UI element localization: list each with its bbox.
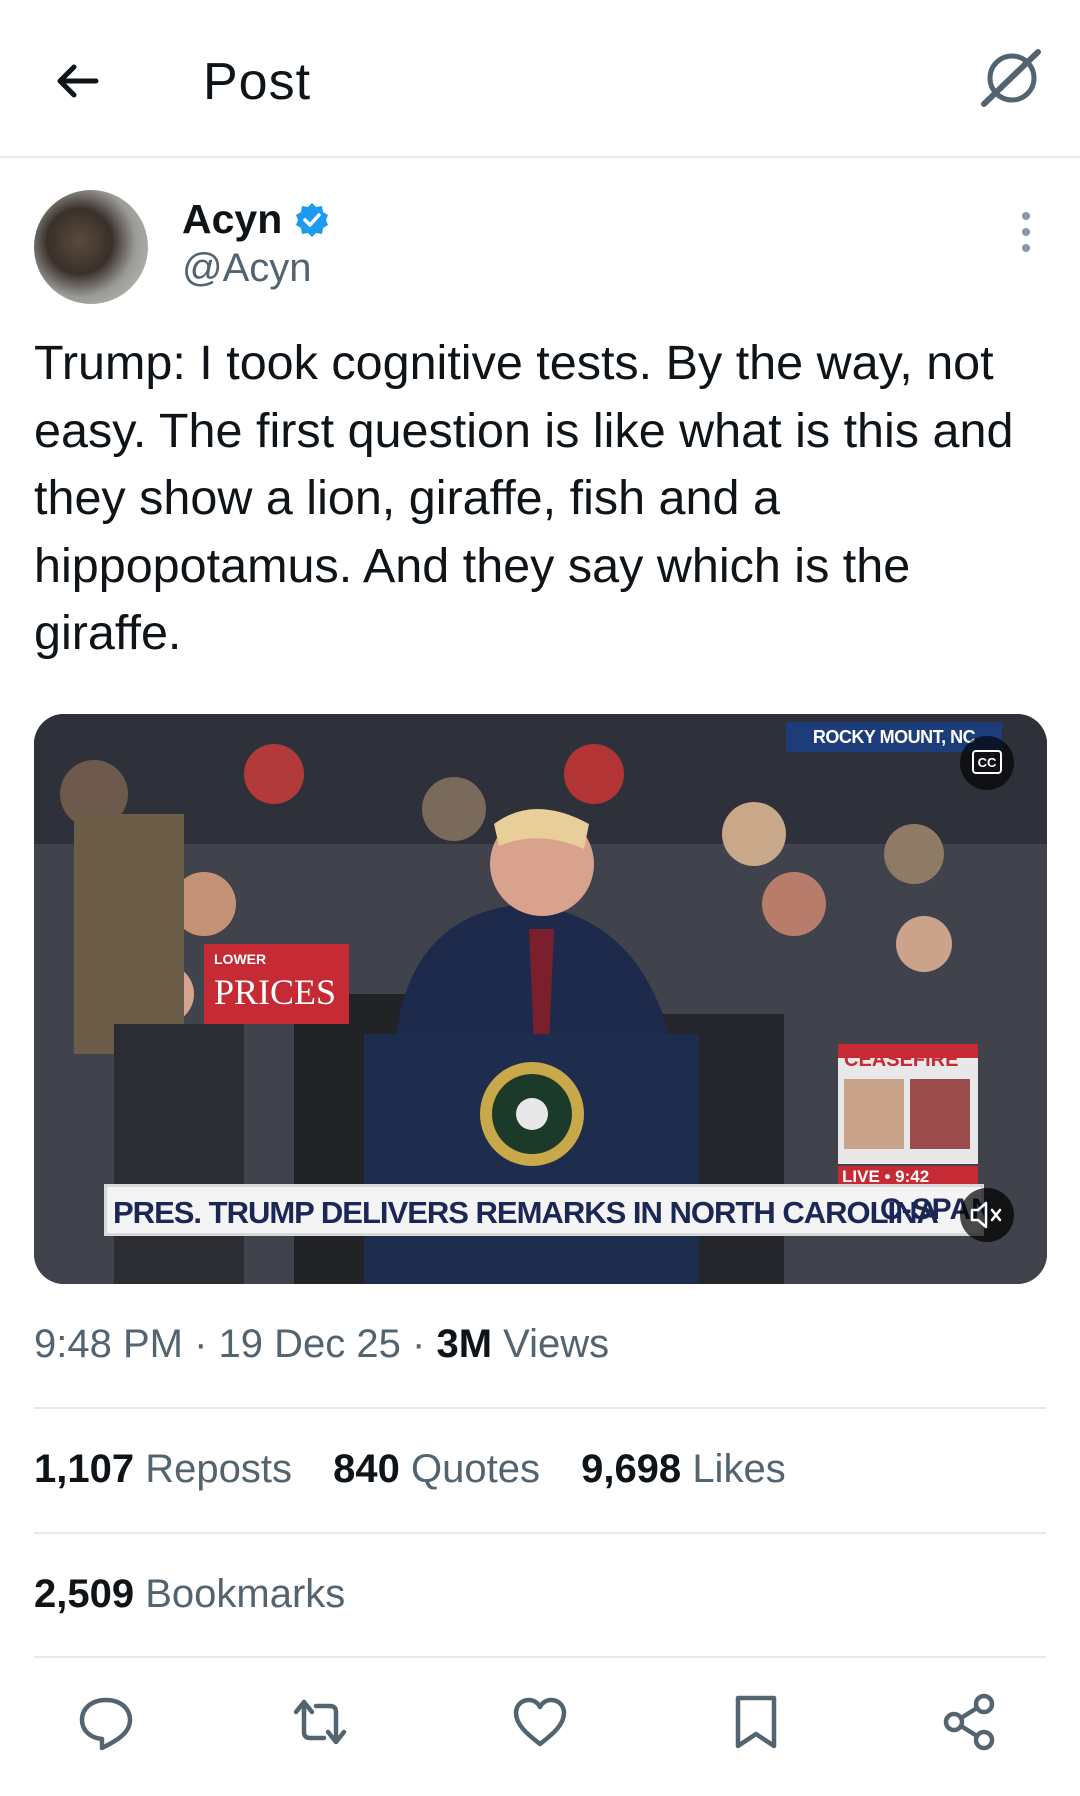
reply-icon (79, 1697, 133, 1751)
quotes-stat[interactable]: 840 Quotes (333, 1447, 540, 1491)
bookmark-button[interactable] (726, 1692, 786, 1752)
views-count[interactable]: 3M (436, 1322, 492, 1366)
action-bar (0, 1692, 1080, 1762)
views-label[interactable]: Views (503, 1322, 609, 1366)
post-timestamp-line: 9:48 PM · 19 Dec 25 · 3M Views (34, 1322, 609, 1367)
bookmarks-count: 2,509 (34, 1572, 135, 1616)
share-button[interactable] (940, 1692, 1000, 1752)
grok-button[interactable] (976, 44, 1046, 116)
video-player[interactable]: LOWER PRICES ROCKY MOUNT, NC CC CEASEFIR… (34, 714, 1047, 1284)
bookmarks-stat[interactable]: 2,509 Bookmarks (34, 1572, 345, 1617)
video-banner-text: PRES. TRUMP DELIVERS REMARKS IN NORTH CA… (113, 1195, 939, 1230)
reply-button[interactable] (76, 1692, 136, 1752)
top-bar: Post (0, 0, 1080, 158)
reposts-count: 1,107 (34, 1447, 135, 1491)
separator: · (194, 1322, 208, 1366)
author-name[interactable]: Acyn (182, 196, 282, 243)
ceasefire-label: CEASEFIRE (844, 1049, 959, 1071)
divider (34, 1407, 1046, 1409)
bookmark-icon (735, 1695, 777, 1749)
grok-icon (981, 49, 1041, 107)
more-options-button[interactable] (1014, 210, 1038, 254)
share-icon (943, 1693, 995, 1751)
like-button[interactable] (510, 1692, 570, 1752)
quotes-label: Quotes (410, 1447, 540, 1491)
captions-button[interactable]: CC (960, 736, 1014, 790)
sign-main-text: PRICES (214, 972, 336, 1012)
cc-icon: CC (972, 750, 1002, 774)
page-title: Post (203, 53, 312, 111)
bookmarks-label: Bookmarks (145, 1572, 346, 1616)
post-date: 19 Dec 25 (218, 1322, 401, 1366)
volume-muted-icon (970, 1201, 1002, 1229)
video-lower-third: PRES. TRUMP DELIVERS REMARKS IN NORTH CA… (104, 1184, 993, 1236)
divider (34, 1532, 1046, 1534)
post-text: Trump: I took cognitive tests. By the wa… (34, 336, 1014, 660)
back-arrow-icon (57, 64, 99, 98)
reposts-label: Reposts (145, 1447, 292, 1491)
sign-top-text: LOWER (214, 951, 266, 967)
post-time: 9:48 PM (34, 1322, 183, 1366)
author-name-row[interactable]: Acyn (182, 196, 330, 243)
likes-label: Likes (692, 1447, 786, 1491)
reposts-stat[interactable]: 1,107 Reposts (34, 1447, 292, 1491)
post-author: Acyn @Acyn (34, 190, 1046, 310)
quotes-count: 840 (333, 1447, 400, 1491)
likes-count: 9,698 (581, 1447, 682, 1491)
likes-stat[interactable]: 9,698 Likes (581, 1447, 786, 1491)
like-icon (513, 1697, 567, 1747)
mute-button[interactable] (960, 1188, 1014, 1242)
engagement-stats: 1,107 Reposts 840 Quotes 9,698 Likes (34, 1447, 816, 1492)
repost-icon (293, 1699, 347, 1745)
separator: · (412, 1322, 426, 1366)
verified-badge-icon (296, 202, 329, 237)
divider (34, 1656, 1046, 1658)
author-handle[interactable]: @Acyn (182, 246, 312, 291)
back-button[interactable] (48, 50, 114, 112)
repost-button[interactable] (290, 1692, 350, 1752)
more-dots-icon (1022, 212, 1030, 252)
avatar[interactable] (34, 190, 148, 304)
